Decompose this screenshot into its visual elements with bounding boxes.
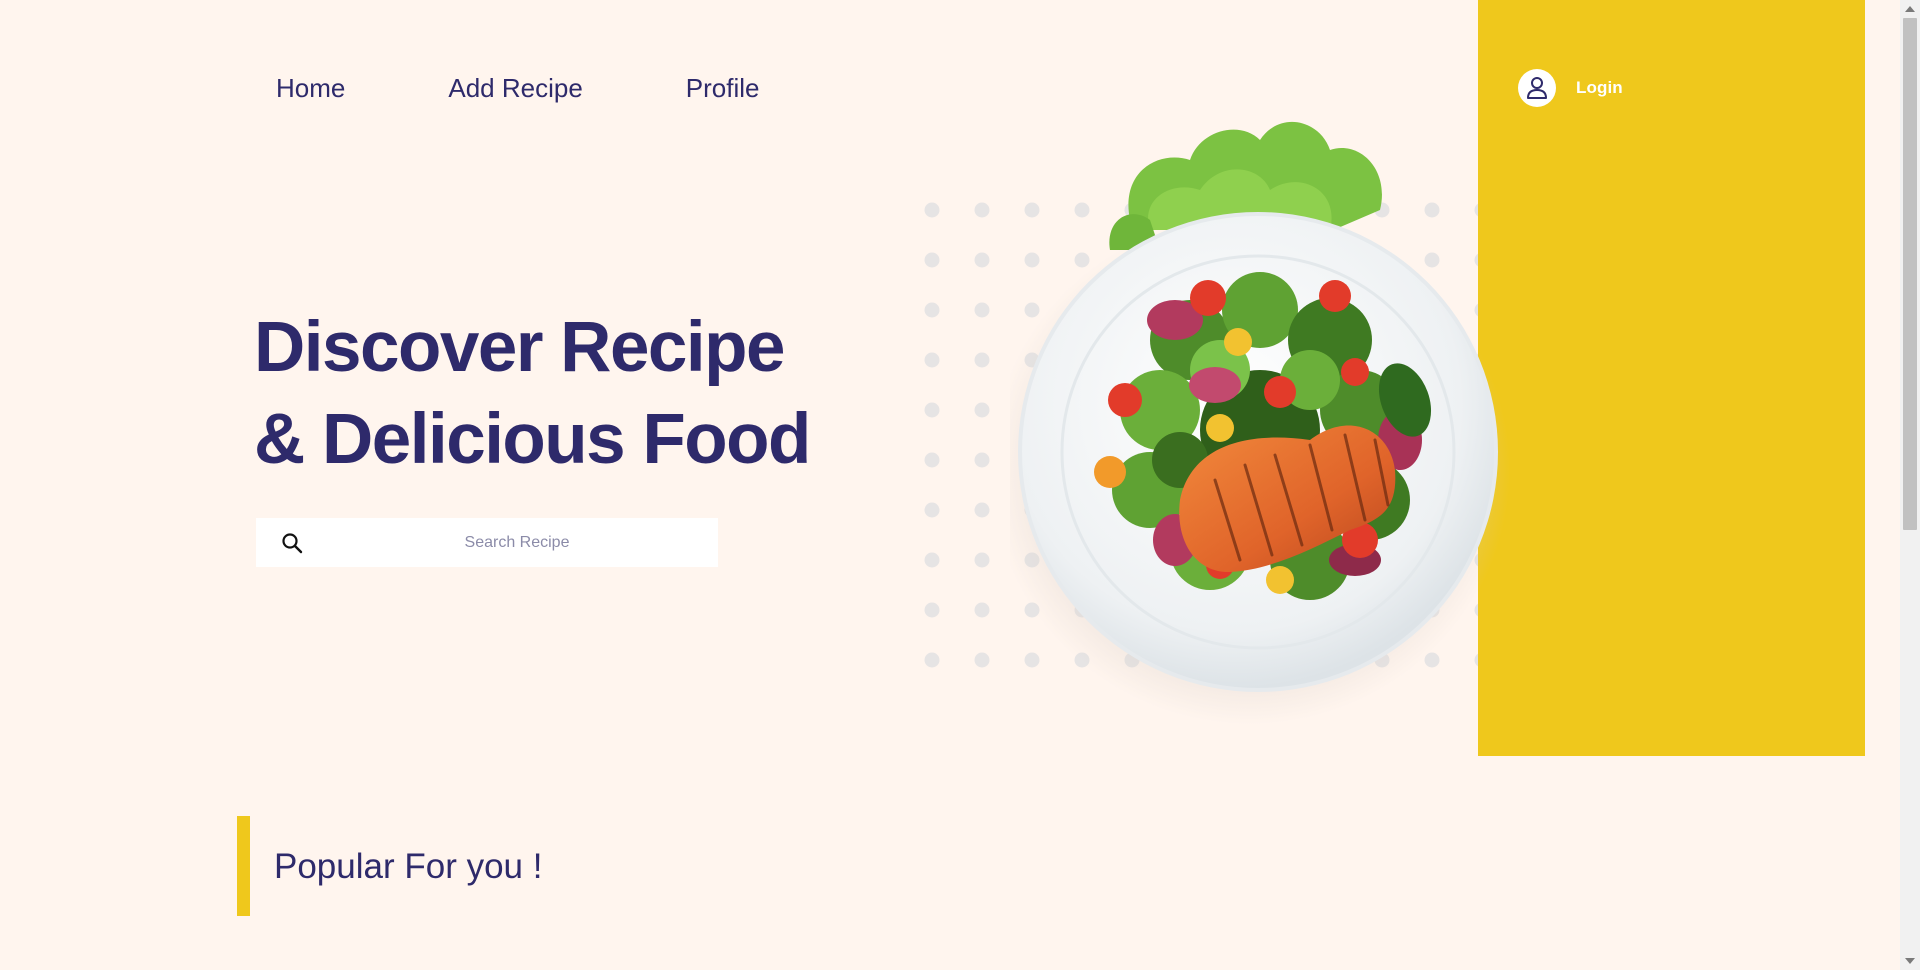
nav-add-recipe-link[interactable]: Add Recipe [448,71,582,105]
grid-dot [974,202,990,218]
grid-dot [974,652,990,668]
grid-dot [924,252,940,268]
scroll-up-arrow-icon[interactable] [1905,6,1915,12]
grid-dot [924,202,940,218]
scroll-down-arrow-icon[interactable] [1905,958,1915,964]
popular-section-title: Popular For you ! [274,847,543,886]
grid-dot [974,452,990,468]
grid-dot [974,552,990,568]
grid-dot [974,502,990,518]
grid-dot [924,502,940,518]
search-icon [282,533,303,554]
user-icon [1518,69,1556,107]
grid-dot [974,602,990,618]
grid-dot [974,402,990,418]
grid-dot [924,452,940,468]
grid-dot [924,352,940,368]
hero-title-line-2: & Delicious Food [254,400,811,479]
grid-dot [974,352,990,368]
grid-dot [974,302,990,318]
nav-home-link[interactable]: Home [276,71,345,105]
grid-dot [924,652,940,668]
search-input[interactable] [256,518,718,567]
grid-dot [924,602,940,618]
grid-dot [924,402,940,418]
main-nav: Home Add Recipe Profile [276,71,759,105]
grid-dot [974,252,990,268]
grid-dot [924,552,940,568]
hero-title: Discover Recipe & Delicious Food [254,302,811,486]
login-label: Login [1576,78,1623,97]
section-accent-bar [237,816,250,916]
login-button[interactable]: Login [1518,69,1623,107]
grid-dot [924,302,940,318]
search-bar [256,518,718,567]
page-scrollbar[interactable] [1900,0,1920,970]
nav-profile-link[interactable]: Profile [686,71,760,105]
salmon-salad-plate-image [1010,121,1510,725]
hero-title-line-1: Discover Recipe [254,308,786,387]
scroll-thumb[interactable] [1903,18,1917,530]
yellow-side-panel [1478,0,1865,756]
